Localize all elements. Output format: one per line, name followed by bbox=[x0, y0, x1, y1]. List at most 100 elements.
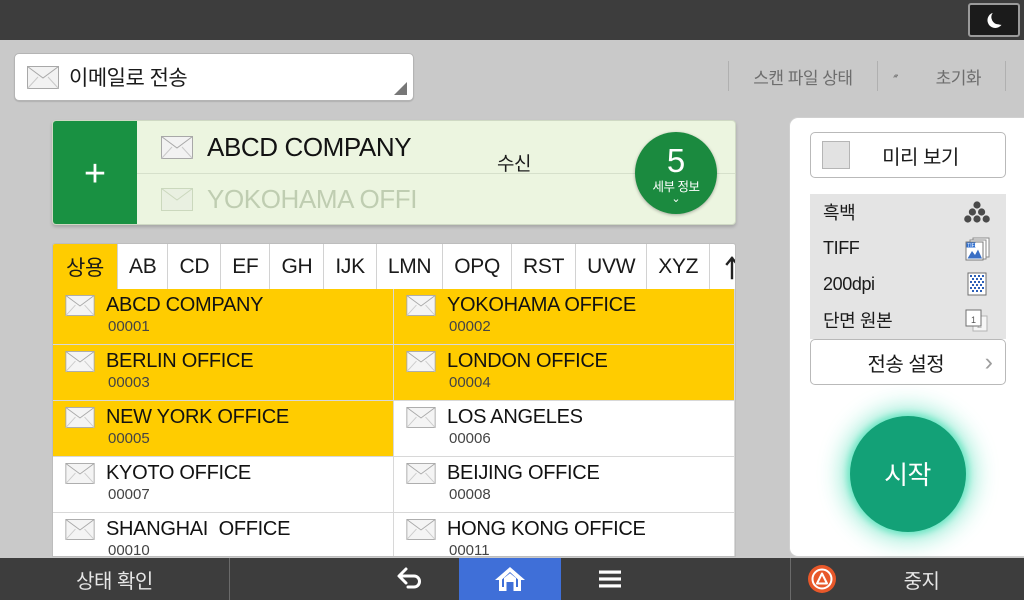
tab-label: IJK bbox=[335, 254, 365, 278]
tab-label: CD bbox=[179, 254, 210, 278]
destination-name: ABCD COMPANY bbox=[207, 131, 412, 162]
setting-label: TIFF bbox=[823, 237, 860, 258]
back-arrow-icon bbox=[397, 567, 421, 589]
tab-label: OPQ bbox=[454, 254, 501, 278]
color-dots-icon bbox=[964, 201, 990, 223]
chevron-right-icon: › bbox=[984, 347, 993, 376]
contact-name-row: HONG KONG OFFICE bbox=[406, 518, 734, 541]
preview-checkbox[interactable] bbox=[822, 141, 850, 169]
tab-cd[interactable]: CD bbox=[168, 244, 222, 289]
setting-row-resolution[interactable]: 200dpi bbox=[810, 266, 1006, 302]
resolution-grid-icon bbox=[967, 272, 987, 296]
svg-text:1: 1 bbox=[971, 315, 976, 325]
destination-name: YOKOHAMA OFFI bbox=[207, 184, 418, 214]
tab-uvw[interactable]: UVW bbox=[576, 244, 648, 289]
stop-button-label: 중지 bbox=[903, 570, 940, 593]
back-button[interactable] bbox=[361, 558, 459, 600]
contact-list-item[interactable]: KYOTO OFFICE 00007 bbox=[53, 457, 394, 513]
tab-sort-toggle[interactable] bbox=[710, 244, 735, 289]
mode-select-dropdown[interactable]: 이메일로 전송 bbox=[14, 53, 414, 101]
stop-icon bbox=[808, 565, 836, 593]
setting-row-file-format[interactable]: TIFF TIFF bbox=[810, 230, 1006, 266]
tab-ab[interactable]: AB bbox=[118, 244, 169, 289]
scan-file-status-button[interactable]: 스캔 파일 상태 bbox=[729, 59, 876, 93]
contact-number: 00003 bbox=[108, 374, 150, 391]
contact-name: BEIJING OFFICE bbox=[447, 462, 600, 484]
contact-list-item[interactable]: ABCD COMPANY 00001 bbox=[53, 289, 394, 345]
contact-name-row: YOKOHAMA OFFICE bbox=[406, 294, 734, 317]
mode-select-label: 이메일로 전송 bbox=[69, 67, 188, 90]
envelope-icon bbox=[65, 351, 95, 372]
setting-label: 단면 원본 bbox=[823, 311, 893, 331]
contact-list-item[interactable]: HONG KONG OFFICE 00011 bbox=[394, 513, 735, 556]
tab-rst[interactable]: RST bbox=[512, 244, 577, 289]
tab-label: 상용 bbox=[66, 256, 105, 280]
status-check-button[interactable]: 상태 확인 bbox=[0, 558, 230, 600]
envelope-icon bbox=[406, 463, 436, 484]
preview-label: 미리 보기 bbox=[882, 146, 959, 169]
top-bar bbox=[0, 0, 1024, 40]
add-destination-button[interactable]: + bbox=[53, 121, 137, 224]
stop-button[interactable]: 중지 bbox=[790, 558, 1024, 600]
contact-number: 00010 bbox=[108, 542, 150, 557]
contact-list-item[interactable]: NEW YORK OFFICE 00005 bbox=[53, 401, 394, 457]
send-settings-button[interactable]: 전송 설정 › bbox=[810, 339, 1006, 385]
moon-icon bbox=[987, 12, 1002, 29]
contact-list-item[interactable]: BERLIN OFFICE 00003 bbox=[53, 345, 394, 401]
contact-name-row: LONDON OFFICE bbox=[406, 350, 734, 373]
envelope-icon bbox=[406, 519, 436, 540]
start-button-area: 시작 bbox=[790, 401, 1024, 546]
contact-list-item[interactable]: YOKOHAMA OFFICE 00002 bbox=[394, 289, 735, 345]
tab-lmn[interactable]: LMN bbox=[377, 244, 444, 289]
contact-name: HONG KONG OFFICE bbox=[447, 518, 646, 540]
contact-list-item[interactable]: SHANGHAI OFFICE 00010 bbox=[53, 513, 394, 557]
printer-touch-panel: 이메일로 전송 스캔 파일 상태 초기화 + ABCD COMPANY YOKO… bbox=[0, 0, 1024, 600]
right-settings-panel: 미리 보기 흑백 TIFF TIFF 200dpi 단면 원본 1 전송 설정 … bbox=[789, 117, 1024, 557]
start-button[interactable]: 시작 bbox=[849, 415, 966, 532]
tab-ef[interactable]: EF bbox=[221, 244, 271, 289]
contact-name-row: KYOTO OFFICE bbox=[65, 462, 393, 485]
svg-text:TIFF: TIFF bbox=[967, 243, 978, 249]
menu-button[interactable] bbox=[561, 558, 659, 600]
tab-label: LMN bbox=[387, 254, 432, 278]
sort-swap-icon bbox=[725, 255, 735, 279]
preview-toggle-button[interactable]: 미리 보기 bbox=[810, 132, 1006, 178]
envelope-icon bbox=[65, 519, 95, 540]
contact-number: 00004 bbox=[449, 374, 491, 391]
start-button-label: 시작 bbox=[884, 460, 931, 490]
triple-slash-icon[interactable] bbox=[878, 65, 912, 87]
destination-count: 5 bbox=[666, 142, 686, 179]
header-divider-3 bbox=[1005, 61, 1006, 91]
home-button[interactable] bbox=[459, 558, 561, 600]
contact-name: YOKOHAMA OFFICE bbox=[447, 294, 636, 316]
tab-frequent[interactable]: 상용 bbox=[53, 244, 119, 289]
envelope-icon bbox=[406, 295, 436, 316]
contact-name-row: SHANGHAI OFFICE bbox=[65, 518, 393, 541]
setting-row-color-mode[interactable]: 흑백 bbox=[810, 194, 1006, 230]
contact-name-row: BERLIN OFFICE bbox=[65, 350, 393, 373]
setting-label: 200dpi bbox=[823, 273, 875, 294]
tab-gh[interactable]: GH bbox=[270, 244, 325, 289]
destination-detail-badge[interactable]: 5 세부 정보 ⌄ bbox=[635, 132, 717, 214]
setting-row-sides[interactable]: 단면 원본 2 1 bbox=[810, 302, 1006, 338]
hamburger-menu-icon bbox=[599, 570, 621, 588]
tab-ijk[interactable]: IJK bbox=[324, 244, 377, 289]
tab-xyz[interactable]: XYZ bbox=[647, 244, 711, 289]
contact-list-item[interactable]: LOS ANGELES 00006 bbox=[394, 401, 735, 457]
tab-label: GH bbox=[281, 254, 313, 278]
envelope-icon bbox=[65, 295, 95, 316]
bottom-navigation-bar: 상태 확인 중지 bbox=[0, 558, 1024, 600]
reset-button[interactable]: 초기화 bbox=[912, 59, 1005, 93]
sleep-mode-button[interactable] bbox=[968, 3, 1020, 37]
tab-label: UVW bbox=[587, 254, 636, 278]
envelope-icon bbox=[65, 407, 95, 428]
setting-label: 흑백 bbox=[823, 203, 856, 223]
dropdown-corner-icon bbox=[394, 82, 407, 95]
send-settings-label: 전송 설정 bbox=[867, 353, 945, 376]
contact-number: 00006 bbox=[449, 430, 491, 447]
contact-list-item[interactable]: LONDON OFFICE 00004 bbox=[394, 345, 735, 401]
tab-opq[interactable]: OPQ bbox=[443, 244, 513, 289]
destination-banner: + ABCD COMPANY YOKOHAMA OFFI 수신 5 세부 정보 … bbox=[52, 120, 736, 225]
home-icon bbox=[495, 567, 525, 591]
contact-list-item[interactable]: BEIJING OFFICE 00008 bbox=[394, 457, 735, 513]
